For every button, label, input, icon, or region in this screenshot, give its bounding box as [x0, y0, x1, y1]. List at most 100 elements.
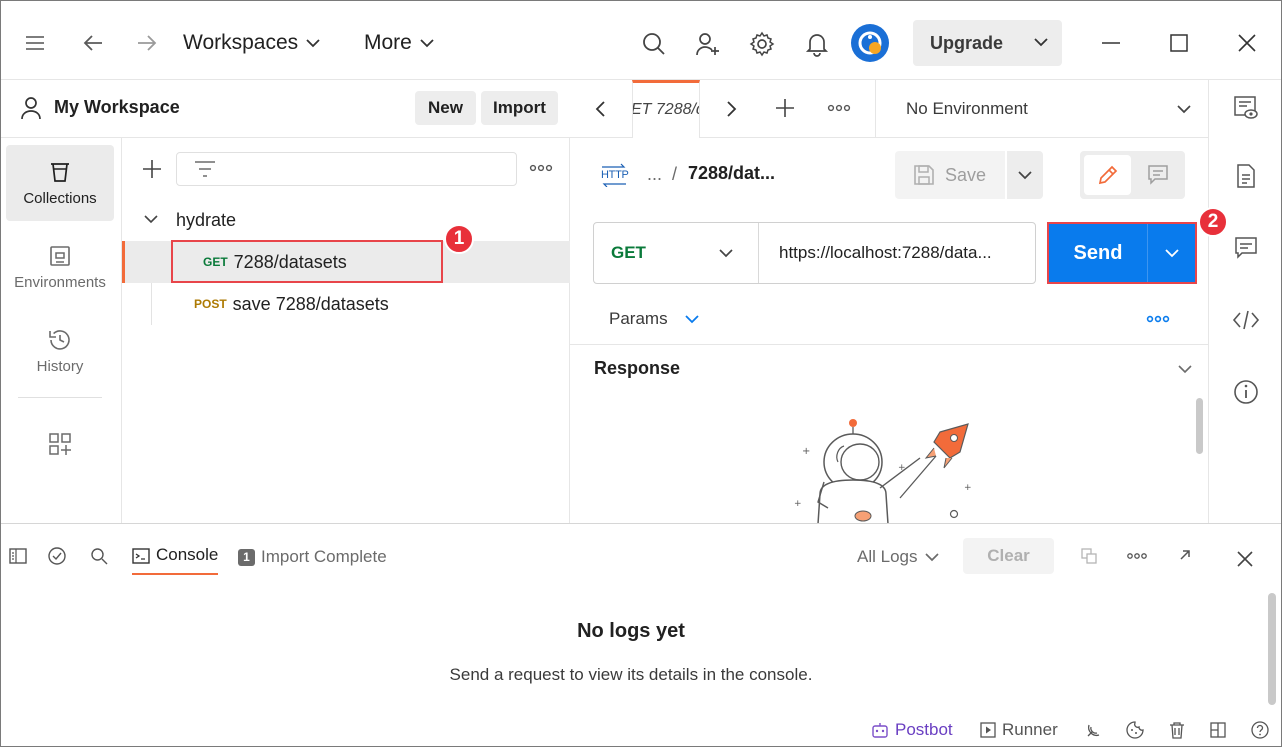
edit-pencil-icon[interactable] [1084, 155, 1131, 195]
rail-item-environments[interactable]: Environments [6, 229, 114, 305]
breadcrumb-separator: / [672, 164, 678, 184]
http-protocol-icon: HTTP [598, 163, 630, 187]
import-button[interactable]: Import [481, 91, 558, 125]
comments-icon[interactable] [1232, 234, 1260, 262]
expand-console-arrow-icon[interactable] [1176, 546, 1194, 564]
response-heading[interactable]: Response [594, 358, 680, 379]
rail-item-label: Environments [14, 273, 106, 291]
request-name: save 7288/datasets [232, 293, 389, 314]
right-context-rail [1208, 80, 1282, 523]
params-tab[interactable]: Params [609, 307, 700, 331]
request-title[interactable]: 7288/dat... [688, 163, 775, 184]
collection-row-hydrate[interactable]: hydrate [140, 207, 236, 233]
filter-input[interactable] [176, 152, 517, 186]
postbot-robot-icon [872, 723, 888, 738]
request-item-get[interactable]: GET 7288/datasets [203, 250, 347, 274]
upgrade-button[interactable]: Upgrade [913, 20, 1062, 66]
toggle-sidebar-icon[interactable] [8, 546, 28, 566]
workspace-name[interactable]: My Workspace [54, 97, 180, 118]
chevron-down-icon [684, 315, 699, 324]
forward-arrow-icon[interactable] [134, 30, 160, 56]
console-more-options-icon[interactable] [1126, 549, 1148, 566]
workspaces-label: Workspaces [183, 31, 299, 54]
environment-quick-look-icon[interactable] [1232, 94, 1260, 122]
tab-scroll-right-icon[interactable] [720, 96, 742, 122]
rail-item-label: Collections [23, 189, 97, 207]
rail-item-history[interactable]: History [6, 313, 114, 389]
chevron-down-icon [925, 553, 940, 562]
add-collection-plus-icon[interactable] [140, 157, 164, 181]
search-icon[interactable] [640, 30, 668, 58]
workspaces-menu[interactable]: Workspaces [183, 30, 320, 56]
hamburger-menu-icon[interactable] [22, 30, 48, 56]
request-tabs-more-icon[interactable] [1146, 311, 1170, 330]
console-empty-text: Send a request to view its details in th… [449, 665, 813, 684]
import-count-badge: 1 [238, 548, 255, 566]
tab-active-request[interactable]: ET 7288/d [632, 80, 700, 138]
find-replace-search-icon[interactable] [89, 546, 109, 566]
rail-item-collections[interactable]: Collections [6, 145, 114, 221]
back-arrow-icon[interactable] [80, 30, 106, 56]
configure-sidebar-grid-icon[interactable] [46, 430, 74, 458]
play-runner-icon [980, 722, 996, 738]
capture-requests-satellite-icon[interactable] [1084, 720, 1104, 740]
environment-label: No Environment [906, 99, 1028, 118]
params-label: Params [609, 309, 668, 328]
save-button[interactable]: Save [895, 151, 1005, 199]
cookies-icon[interactable] [1125, 720, 1145, 740]
astronaut-rocket-illustration: + + + + [794, 419, 972, 523]
method-badge-post: POST [194, 297, 227, 311]
url-input[interactable]: https://localhost:7288/data... [760, 223, 1035, 283]
save-label: Save [945, 164, 987, 185]
more-label: More [364, 31, 412, 54]
chevron-down-icon [306, 39, 320, 48]
maximize-window-icon[interactable] [1166, 30, 1192, 56]
postbot-button[interactable]: Postbot [871, 719, 953, 741]
minimize-window-icon[interactable] [1098, 30, 1124, 56]
info-icon[interactable] [1232, 378, 1260, 406]
two-pane-view-icon[interactable] [1208, 720, 1228, 740]
filter-icon[interactable] [194, 159, 216, 182]
import-complete-tab[interactable]: 1 Import Complete [238, 545, 387, 569]
console-tab[interactable]: Console [132, 545, 219, 575]
method-select[interactable]: GET [594, 223, 759, 283]
environment-selector[interactable]: No Environment [876, 80, 1208, 138]
more-menu[interactable]: More [364, 30, 434, 56]
request-item-post[interactable]: POST save 7288/datasets [194, 292, 389, 316]
trash-icon[interactable] [1167, 720, 1187, 740]
clear-console-button[interactable]: Clear [963, 538, 1054, 574]
send-options-dropdown[interactable] [1148, 224, 1195, 282]
annotation-badge-1: 1 [444, 224, 474, 254]
breadcrumb-ellipsis[interactable]: ... [647, 164, 662, 185]
sidebar-more-options-icon[interactable] [529, 160, 553, 179]
svg-text:+: + [794, 499, 802, 509]
tab-options-more-icon[interactable] [827, 100, 851, 119]
close-window-icon[interactable] [1234, 30, 1260, 56]
chevron-down-icon [1018, 171, 1032, 180]
new-tab-plus-icon[interactable] [773, 96, 797, 120]
documentation-icon[interactable] [1232, 162, 1260, 190]
comment-view-icon[interactable] [1134, 155, 1181, 195]
new-button[interactable]: New [415, 91, 476, 125]
help-question-icon[interactable] [1250, 720, 1270, 740]
method-badge-get: GET [203, 255, 228, 269]
tab-scroll-left-icon[interactable] [590, 96, 612, 122]
code-snippet-icon[interactable] [1231, 306, 1261, 334]
chevron-down-icon[interactable] [1177, 363, 1193, 375]
save-options-dropdown[interactable] [1007, 151, 1043, 199]
console-scrollbar[interactable] [1268, 593, 1276, 705]
svg-text:+: + [898, 463, 906, 473]
upgrade-label: Upgrade [930, 32, 1004, 53]
send-button[interactable]: Send [1049, 224, 1148, 282]
copy-icon[interactable] [1080, 547, 1098, 565]
check-circle-icon[interactable] [47, 546, 67, 566]
runner-button[interactable]: Runner [980, 719, 1058, 741]
avatar[interactable] [851, 24, 889, 62]
collection-name: hydrate [176, 209, 237, 230]
response-scrollbar[interactable] [1196, 398, 1203, 454]
notifications-bell-icon[interactable] [803, 30, 831, 58]
invite-user-icon[interactable] [694, 30, 722, 58]
settings-gear-icon[interactable] [748, 30, 776, 58]
close-console-icon[interactable] [1234, 548, 1256, 570]
log-level-filter[interactable]: All Logs [857, 545, 940, 569]
